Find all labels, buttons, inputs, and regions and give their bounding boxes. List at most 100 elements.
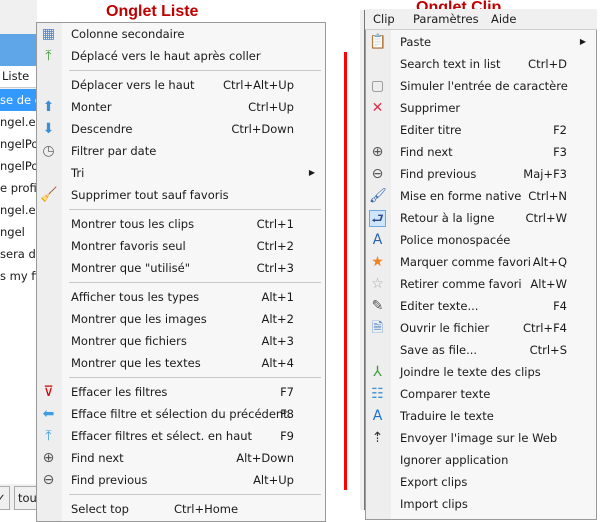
- star-outline-icon: ☆: [371, 276, 384, 292]
- menu-item-afficher-tous-les-types[interactable]: Afficher tous les types Alt+1: [37, 286, 325, 308]
- menu-item-label: Filtrer par date: [71, 144, 157, 158]
- menu-separator: [69, 70, 321, 71]
- menu-item-shortcut: Ctrl+Up: [248, 100, 294, 114]
- menu-item-shortcut: Ctrl+S: [529, 343, 567, 357]
- list-item[interactable]: ngel.ex: [0, 111, 37, 133]
- menu-item-montrer-que-les-images[interactable]: Montrer que les images Alt+2: [37, 308, 325, 330]
- menu-item-tri[interactable]: Tri ▶: [37, 162, 325, 184]
- menu-item-colonne-secondaire[interactable]: ▦ Colonne secondaire: [37, 23, 325, 45]
- menu-item-label: Effacer les filtres: [71, 385, 168, 399]
- menu-item-filtrer-par-date[interactable]: ◷ Filtrer par date: [37, 140, 325, 162]
- tab-liste[interactable]: Liste: [0, 66, 37, 88]
- menu-item-marquer-comme-favori[interactable]: ★ Marquer comme favori Alt+Q: [366, 251, 596, 273]
- menu-item-shortcut: F7: [280, 385, 294, 399]
- document-edit-icon: 🗎: [371, 320, 384, 336]
- menu-item-effacer-filtres-et-s-lect-en-haut[interactable]: ⤒ Effacer filtres et sélect. en haut F9: [37, 425, 325, 447]
- merge-icon: ⅄: [373, 364, 382, 380]
- menu-item-effacer-les-filtres[interactable]: ⊽ Effacer les filtres F7: [37, 381, 325, 403]
- menu-item-shortcut: Alt+Down: [236, 451, 294, 465]
- menu-item-comparer-texte[interactable]: ☷ Comparer texte: [366, 383, 596, 405]
- menu-item-descendre[interactable]: ⬇ Descendre Ctrl+Down: [37, 118, 325, 140]
- menu-item-label: Find next: [400, 145, 453, 159]
- menu-item-save-as-file[interactable]: Save as file... Ctrl+S: [366, 339, 596, 361]
- menu-item-montrer-tous-les-clips[interactable]: Montrer tous les clips Ctrl+1: [37, 213, 325, 235]
- list-item[interactable]: se de do: [0, 89, 37, 111]
- clip-menu: 📋 Paste ▶ Search text in list Ctrl+D ▢ Simuler…: [365, 30, 597, 520]
- menu-item-label: Find previous: [400, 167, 477, 181]
- menu-item-label: Import clips: [400, 497, 468, 511]
- menu-item-find-previous[interactable]: ⊖ Find previous Alt+Up: [37, 469, 325, 491]
- menu-item-editer-texte[interactable]: ✎ Editer texte... F4: [366, 295, 596, 317]
- menu-item-d-plac-vers-le-haut-apr-s-coller[interactable]: ⤒ Déplacé vers le haut après coller: [37, 45, 325, 67]
- clip-list[interactable]: se de dongel.exngelPongelPoe profingel.e…: [0, 89, 37, 484]
- menu-item-supprimer-tout-sauf-favoris[interactable]: 🧹 Supprimer tout sauf favoris: [37, 184, 325, 206]
- menu-item-montrer-que-fichiers[interactable]: Montrer que fichiers Alt+3: [37, 330, 325, 352]
- list-item[interactable]: ngel: [0, 221, 37, 243]
- list-item[interactable]: sera de: [0, 243, 37, 265]
- menu-item-envoyer-l-image-sur-le-web[interactable]: ⇡ Envoyer l'image sur le Web: [366, 427, 596, 449]
- menu-clip[interactable]: Clip: [373, 12, 395, 26]
- star-icon: ★: [371, 254, 384, 270]
- move-top-icon: ⤒: [45, 48, 52, 64]
- pencil-icon: ✎: [371, 298, 384, 314]
- menu-item-simuler-l-entr-e-de-caract-re[interactable]: ▢ Simuler l'entrée de caractère: [366, 75, 596, 97]
- menu-item-d-placer-vers-le-haut[interactable]: Déplacer vers le haut Ctrl+Alt+Up: [37, 74, 325, 96]
- menu-item-shortcut: Alt+2: [261, 312, 294, 326]
- menu-item-retirer-comme-favori[interactable]: ☆ Retirer comme favori Alt+W: [366, 273, 596, 295]
- menu-item-mise-en-forme-native[interactable]: 🖌 Mise en forme native Ctrl+N: [366, 185, 596, 207]
- menu-item-shortcut: Alt+Q: [532, 255, 567, 269]
- menu-item-ouvrir-le-fichier[interactable]: 🗎 Ouvrir le fichier Ctrl+F4: [366, 317, 596, 339]
- menu-item-label: Find next: [71, 451, 124, 465]
- menu-item-label: Export clips: [400, 475, 468, 489]
- menu-item-label: Montrer que fichiers: [71, 334, 187, 348]
- menu-item-shortcut: F3: [553, 145, 567, 159]
- background-window: Liste se de dongel.exngelPongelPoe profi…: [0, 0, 44, 510]
- menu-item-montrer-que-les-textes[interactable]: Montrer que les textes Alt+4: [37, 352, 325, 374]
- menu-item-import-clips[interactable]: Import clips: [366, 493, 596, 515]
- menu-item-label: Select top: [71, 502, 129, 516]
- menu-item-paste[interactable]: 📋 Paste ▶: [366, 31, 596, 53]
- menu-item-montrer-que-utilis[interactable]: Montrer que "utilisé" Ctrl+3: [37, 257, 325, 279]
- menu-item-label: Save as file...: [400, 343, 478, 357]
- menu-item-supprimer[interactable]: ✕ Supprimer: [366, 97, 596, 119]
- menu-item-retour-la-ligne[interactable]: ⮐ Retour à la ligne Ctrl+W: [366, 207, 596, 229]
- menu-item-joindre-le-texte-des-clips[interactable]: ⅄ Joindre le texte des clips: [366, 361, 596, 383]
- arrow-top-icon: ⤒: [45, 428, 52, 444]
- menu-item-label: Mise en forme native: [400, 189, 522, 203]
- brush-icon: 🖌: [369, 188, 387, 204]
- menu-item-find-next[interactable]: ⊕ Find next Alt+Down: [37, 447, 325, 469]
- menu-item-traduire-le-texte[interactable]: A Traduire le texte: [366, 405, 596, 427]
- menu-item-efface-filtre-et-s-lection-du-pr-c-dent[interactable]: ⬅ Efface filtre et sélection du précédent…: [37, 403, 325, 425]
- menu-item-montrer-favoris-seul[interactable]: Montrer favoris seul Ctrl+2: [37, 235, 325, 257]
- check-button[interactable]: ✓: [0, 486, 10, 510]
- menu-item-label: Retour à la ligne: [400, 211, 495, 225]
- list-item[interactable]: ngelPo: [0, 155, 37, 177]
- menu-item-label: Supprimer tout sauf favoris: [71, 188, 229, 202]
- background-header: [0, 34, 37, 66]
- menu-item-find-next[interactable]: ⊕ Find next F3: [366, 141, 596, 163]
- menu-aide[interactable]: Aide: [491, 12, 516, 26]
- menu-item-label: Montrer que les textes: [71, 356, 201, 370]
- menu-parametres[interactable]: Paramètres: [413, 12, 479, 26]
- menu-item-ignorer-application[interactable]: Ignorer application: [366, 449, 596, 471]
- menu-item-label: Descendre: [71, 122, 133, 136]
- menu-item-monter[interactable]: ⬆ Monter Ctrl+Up: [37, 96, 325, 118]
- menu-item-search-text-in-list[interactable]: Search text in list Ctrl+D: [366, 53, 596, 75]
- menu-item-police-monospac-e[interactable]: A Police monospacée: [366, 229, 596, 251]
- menu-item-label: Paste: [400, 35, 432, 49]
- menu-item-shortcut: Alt+W: [530, 277, 567, 291]
- list-item[interactable]: s my fi: [0, 265, 37, 287]
- menu-item-shortcut: Ctrl+Alt+Up: [222, 78, 294, 92]
- list-item[interactable]: e profi: [0, 177, 37, 199]
- font-icon: A: [372, 232, 383, 248]
- menu-item-select-top[interactable]: Select top Ctrl+Home: [37, 498, 325, 520]
- list-item[interactable]: ngelPo: [0, 133, 37, 155]
- menu-item-find-previous[interactable]: ⊖ Find previous Maj+F3: [366, 163, 596, 185]
- menu-item-shortcut: Ctrl+2: [256, 239, 294, 253]
- list-item[interactable]: ngel.ex: [0, 199, 37, 221]
- menu-item-shortcut: Maj+F3: [523, 167, 567, 181]
- menu-item-editer-titre[interactable]: Editer titre F2: [366, 119, 596, 141]
- delete-icon: ✕: [371, 100, 384, 116]
- menu-item-export-clips[interactable]: Export clips: [366, 471, 596, 493]
- menu-separator: [69, 494, 321, 495]
